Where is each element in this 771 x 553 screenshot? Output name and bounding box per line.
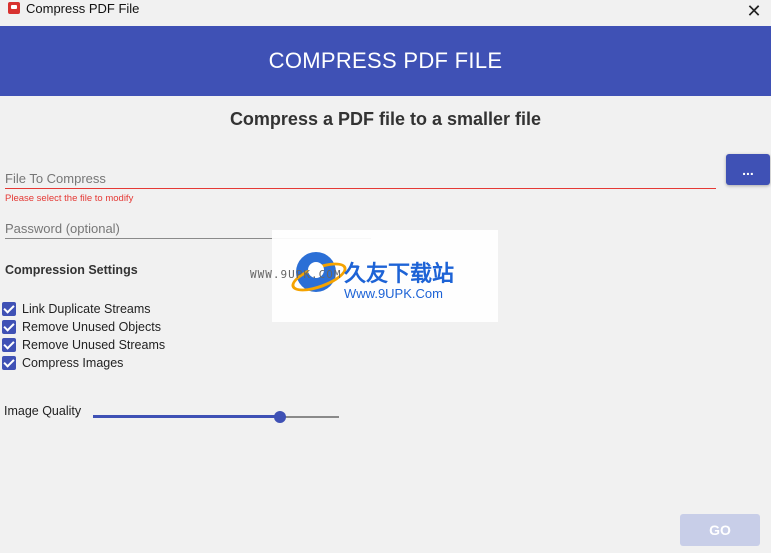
checkbox-label: Remove Unused Streams xyxy=(22,338,166,352)
remove-unused-objects-checkbox[interactable]: Remove Unused Objects xyxy=(2,320,161,334)
window-title: Compress PDF File xyxy=(26,1,140,16)
password-label: Password (optional) xyxy=(5,221,120,236)
checkbox-checked-icon xyxy=(2,356,16,370)
watermark-overlay: WWW.9UPK.COM 久友下载站 Www.9UPK.Com xyxy=(250,230,498,322)
link-duplicate-streams-checkbox[interactable]: Link Duplicate Streams xyxy=(2,302,151,316)
watermark-url: Www.9UPK.Com xyxy=(344,286,443,301)
checkbox-checked-icon xyxy=(2,338,16,352)
checkbox-label: Compress Images xyxy=(22,356,124,370)
compression-settings-heading: Compression Settings xyxy=(5,263,138,277)
pdf-app-icon xyxy=(8,2,20,14)
compress-images-checkbox[interactable]: Compress Images xyxy=(2,356,123,370)
window-titlebar: Compress PDF File ✕ xyxy=(0,0,771,26)
watermark-small-text: WWW.9UPK.COM xyxy=(250,268,342,281)
checkbox-label: Link Duplicate Streams xyxy=(22,302,151,316)
file-to-compress-field[interactable]: File To Compress xyxy=(5,170,716,189)
checkbox-checked-icon xyxy=(2,302,16,316)
close-button[interactable]: ✕ xyxy=(737,0,771,22)
file-error-message: Please select the file to modify xyxy=(5,193,134,204)
image-quality-slider[interactable] xyxy=(93,409,339,425)
go-button[interactable]: GO xyxy=(680,514,760,546)
slider-thumb[interactable] xyxy=(273,411,286,423)
image-quality-label: Image Quality xyxy=(4,404,82,418)
slider-fill xyxy=(93,415,280,418)
file-field-underline xyxy=(5,188,716,189)
app-header: COMPRESS PDF FILE xyxy=(0,26,771,96)
page-subtitle: Compress a PDF file to a smaller file xyxy=(229,109,542,129)
watermark-cn-text: 久友下载站 xyxy=(344,262,455,287)
remove-unused-streams-checkbox[interactable]: Remove Unused Streams xyxy=(2,338,165,352)
file-to-compress-label: File To Compress xyxy=(5,171,106,186)
checkbox-label: Remove Unused Objects xyxy=(22,320,161,334)
browse-button[interactable]: ... xyxy=(726,154,770,185)
checkbox-checked-icon xyxy=(2,320,16,334)
header-title: COMPRESS PDF FILE xyxy=(268,48,503,73)
